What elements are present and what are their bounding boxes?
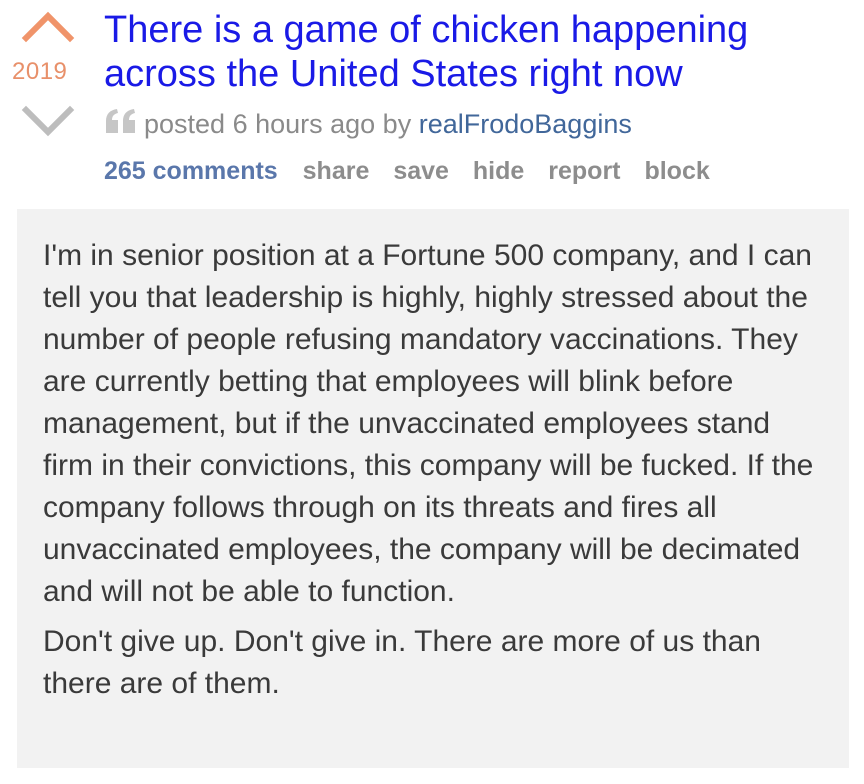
save-button[interactable]: save [393,157,449,185]
post-title[interactable]: There is a game of chicken happening acr… [104,8,849,96]
quote-icon [104,107,138,143]
post-body-paragraph: I'm in senior position at a Fortune 500 … [43,239,814,608]
post-actions: 265 comments share save hide report bloc… [104,154,727,188]
post-body-paragraph: Don't give up. Don't give in. There are … [43,625,761,700]
author-link[interactable]: realFrodoBaggins [419,109,632,139]
hide-button[interactable]: hide [473,157,524,185]
post-tagline: posted 6 hours ago by realFrodoBaggins [104,107,632,143]
share-button[interactable]: share [303,157,370,185]
downvote-arrow-icon[interactable] [20,104,76,140]
upvote-arrow-icon[interactable] [20,8,76,44]
comments-link[interactable]: 265 comments [104,157,278,185]
post-score: 2019 [12,58,68,85]
posted-time-text: posted 6 hours ago by [144,109,412,139]
block-button[interactable]: block [644,157,709,185]
post-body: I'm in senior position at a Fortune 500 … [17,209,849,768]
report-button[interactable]: report [548,157,620,185]
